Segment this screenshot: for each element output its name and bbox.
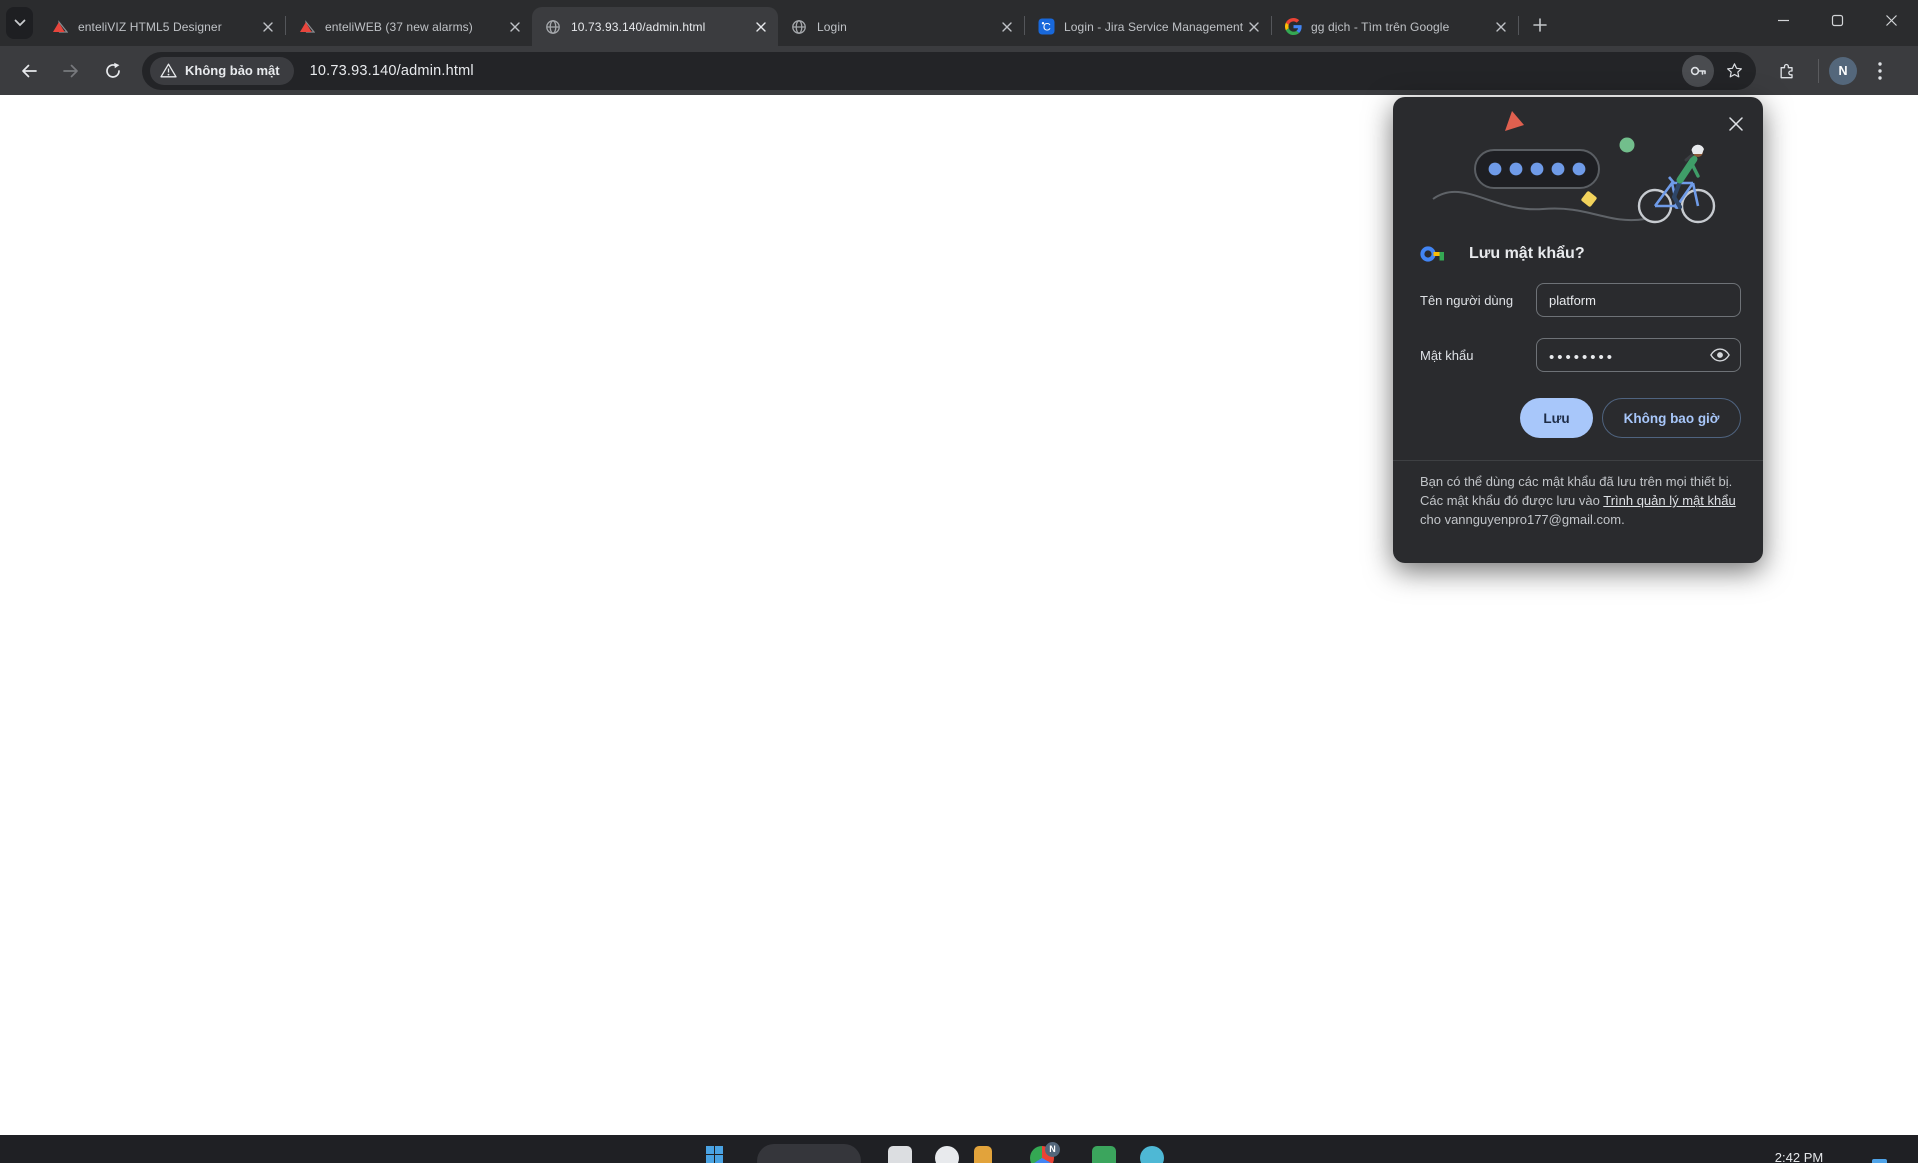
tab-search-button[interactable] bbox=[6, 7, 33, 39]
forward-arrow-icon bbox=[63, 64, 78, 77]
save-button[interactable]: Lưu bbox=[1520, 398, 1593, 438]
tab-enteliviz[interactable]: enteliVIZ HTML5 Designer bbox=[39, 7, 285, 46]
tab-close-icon[interactable] bbox=[506, 18, 524, 36]
dialog-title-row: Lưu mật khẩu? bbox=[1420, 245, 1585, 263]
password-value: •••••••• bbox=[1549, 349, 1616, 366]
back-button[interactable] bbox=[12, 54, 46, 88]
security-chip-label: Không bảo mật bbox=[185, 63, 280, 78]
save-password-dialog: Lưu mật khẩu? Tên người dùng platform Mậ… bbox=[1393, 97, 1763, 563]
new-tab-button[interactable] bbox=[1526, 11, 1554, 39]
password-label: Mật khẩu bbox=[1420, 348, 1474, 363]
tab-login[interactable]: Login bbox=[778, 7, 1024, 46]
tab-close-icon[interactable] bbox=[998, 18, 1016, 36]
security-chip[interactable]: Không bảo mật bbox=[150, 56, 294, 85]
maximize-button[interactable] bbox=[1810, 0, 1864, 40]
jira-icon: C bbox=[1037, 18, 1055, 36]
address-bar[interactable]: Không bảo mật 10.73.93.140/admin.html bbox=[142, 51, 1756, 90]
delta-triangle-icon bbox=[298, 18, 316, 36]
key-icon bbox=[1690, 66, 1706, 75]
show-password-button[interactable] bbox=[1710, 348, 1730, 362]
green-app-icon[interactable] bbox=[1092, 1146, 1116, 1163]
tab-strip: enteliVIZ HTML5 Designer enteliWEB (37 n… bbox=[0, 0, 1918, 46]
taskbar: N 2:42 PM bbox=[0, 1135, 1918, 1163]
minimize-button[interactable] bbox=[1756, 0, 1810, 40]
eye-icon bbox=[1710, 348, 1730, 362]
window-controls bbox=[1756, 0, 1918, 40]
dialog-divider bbox=[1393, 460, 1763, 461]
profile-badge: N bbox=[1045, 1142, 1060, 1157]
footer-text-after: cho vannguyenpro177@gmail.com. bbox=[1420, 512, 1625, 528]
tab-close-icon[interactable] bbox=[752, 18, 770, 36]
toolbar-right-group: N bbox=[1766, 54, 1895, 88]
google-g-icon bbox=[1284, 18, 1302, 36]
username-label: Tên người dùng bbox=[1420, 293, 1514, 308]
profile-avatar[interactable]: N bbox=[1829, 56, 1857, 85]
chevron-down-icon bbox=[14, 19, 25, 27]
never-button[interactable]: Không bao giờ bbox=[1602, 398, 1741, 438]
reload-button[interactable] bbox=[96, 54, 130, 88]
toolbar-divider bbox=[1818, 58, 1819, 83]
back-arrow-icon bbox=[22, 64, 37, 77]
browser-toolbar: Không bảo mật 10.73.93.140/admin.html N bbox=[0, 46, 1918, 95]
extensions-button[interactable] bbox=[1770, 54, 1804, 88]
bookmark-star-button[interactable] bbox=[1718, 55, 1750, 87]
tab-label: gg dịch - Tìm trên Google bbox=[1311, 19, 1450, 34]
browser-window: enteliVIZ HTML5 Designer enteliWEB (37 n… bbox=[0, 0, 1918, 1163]
tab-label: Login - Jira Service Management bbox=[1064, 19, 1244, 34]
profile-initial: N bbox=[1838, 63, 1848, 78]
tab-enteliweb[interactable]: enteliWEB (37 new alarms) bbox=[286, 7, 532, 46]
warning-triangle-icon bbox=[160, 63, 177, 78]
password-illustration bbox=[1432, 111, 1716, 224]
tab-google-translate[interactable]: gg dịch - Tìm trên Google bbox=[1272, 7, 1518, 46]
tab-admin-active[interactable]: 10.73.93.140/admin.html bbox=[532, 7, 778, 46]
password-key-button[interactable] bbox=[1682, 54, 1714, 87]
tab-label: Login bbox=[817, 19, 847, 34]
white-app-icon[interactable] bbox=[888, 1146, 912, 1163]
white-circle-app-icon[interactable] bbox=[935, 1146, 959, 1163]
delta-triangle-icon bbox=[51, 18, 69, 36]
taskbar-search-box[interactable] bbox=[757, 1144, 861, 1163]
tab-close-icon[interactable] bbox=[1492, 18, 1510, 36]
three-dot-menu-icon bbox=[1878, 61, 1882, 80]
close-window-button[interactable] bbox=[1864, 0, 1918, 40]
username-value: platform bbox=[1549, 292, 1596, 308]
star-icon bbox=[1726, 63, 1742, 78]
tab-jira-login[interactable]: C Login - Jira Service Management bbox=[1025, 7, 1271, 46]
reload-icon bbox=[106, 62, 120, 78]
globe-icon bbox=[544, 18, 562, 36]
windows-start-icon[interactable] bbox=[706, 1146, 723, 1163]
password-field[interactable]: •••••••• bbox=[1536, 338, 1741, 372]
plus-icon bbox=[1533, 18, 1547, 32]
username-field[interactable]: platform bbox=[1536, 283, 1741, 317]
tab-separator bbox=[1518, 16, 1519, 35]
tab-close-icon[interactable] bbox=[1245, 18, 1263, 36]
browser-menu-button[interactable] bbox=[1865, 56, 1895, 86]
forward-button[interactable] bbox=[54, 54, 88, 88]
password-manager-link[interactable]: Trình quản lý mật khẩu bbox=[1603, 493, 1735, 508]
amber-app-icon[interactable] bbox=[974, 1146, 992, 1163]
taskbar-tray-icon[interactable] bbox=[1872, 1159, 1887, 1163]
globe-icon bbox=[790, 18, 808, 36]
google-key-icon bbox=[1420, 246, 1444, 262]
url-text: 10.73.93.140/admin.html bbox=[309, 62, 474, 79]
tab-label: enteliWEB (37 new alarms) bbox=[325, 19, 473, 34]
tab-label: enteliVIZ HTML5 Designer bbox=[78, 19, 222, 34]
teal-circle-app-icon[interactable] bbox=[1140, 1146, 1164, 1163]
tab-close-icon[interactable] bbox=[259, 18, 277, 36]
taskbar-clock[interactable]: 2:42 PM bbox=[1764, 1150, 1834, 1163]
cyclist bbox=[1637, 144, 1716, 224]
chrome-icon[interactable]: N bbox=[1030, 1142, 1060, 1163]
tab-label: 10.73.93.140/admin.html bbox=[571, 19, 706, 34]
dialog-title: Lưu mật khẩu? bbox=[1469, 245, 1585, 262]
puzzle-icon bbox=[1780, 63, 1793, 78]
dialog-footer-text: Bạn có thể dùng các mật khẩu đã lưu trên… bbox=[1420, 472, 1742, 529]
